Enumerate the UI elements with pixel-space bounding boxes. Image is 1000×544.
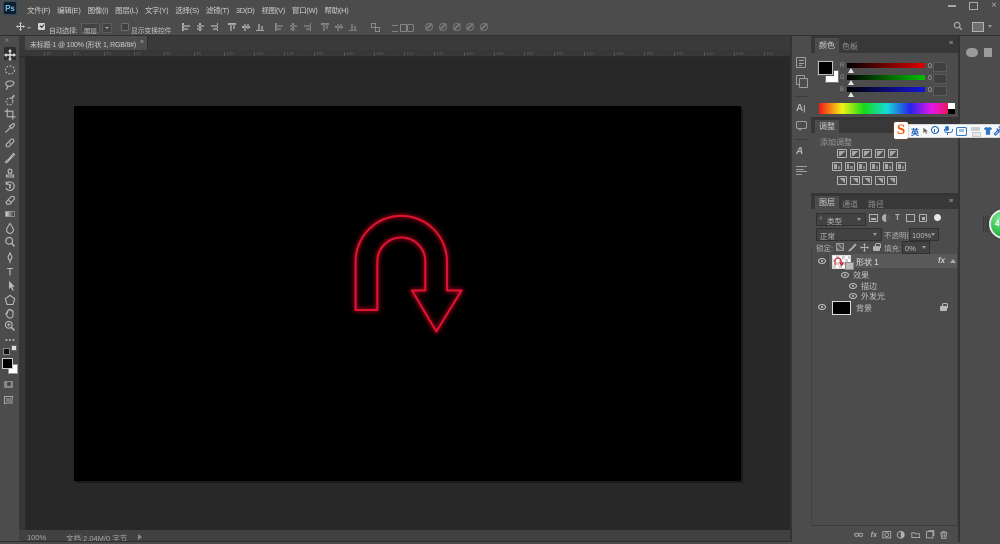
svg-text:fx: fx (871, 531, 878, 539)
svg-text:T: T (7, 267, 14, 279)
